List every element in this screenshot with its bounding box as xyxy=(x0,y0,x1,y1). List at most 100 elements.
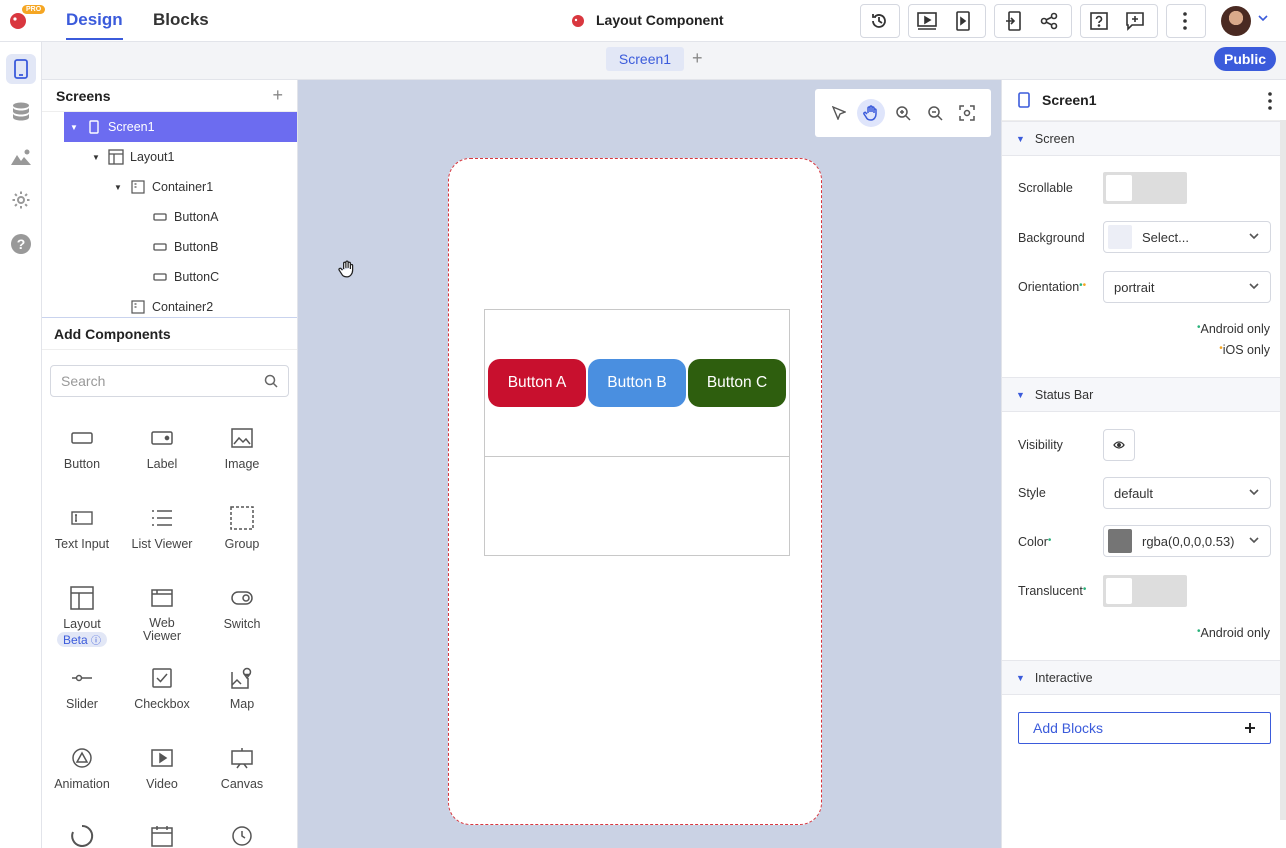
component-time-picker[interactable] xyxy=(202,823,282,848)
component-label: Switch xyxy=(223,617,261,631)
tab-design[interactable]: Design xyxy=(66,10,123,30)
component-checkbox[interactable]: Checkbox xyxy=(122,665,202,711)
component-canvas[interactable]: Canvas xyxy=(202,745,282,791)
scrollable-toggle[interactable] xyxy=(1103,172,1187,204)
preview-screen-icon[interactable] xyxy=(909,5,945,37)
tab-blocks[interactable]: Blocks xyxy=(153,10,209,30)
tab-screen1[interactable]: Screen1 xyxy=(606,47,684,71)
button-b-preview[interactable]: Button B xyxy=(588,359,686,407)
button-c-preview[interactable]: Button C xyxy=(688,359,786,407)
design-canvas[interactable]: Button A Button B Button C xyxy=(298,80,1001,848)
pro-badge: PRO xyxy=(22,5,46,14)
tree-item-screen1[interactable]: ▼ Screen1 xyxy=(64,112,297,142)
select-pointer-icon[interactable] xyxy=(825,99,853,127)
scrollable-label: Scrollable xyxy=(1018,181,1073,195)
feedback-icon[interactable] xyxy=(1117,5,1153,37)
add-screen-icon[interactable]: + xyxy=(272,85,283,106)
hand-pan-icon[interactable] xyxy=(857,99,885,127)
component-switch[interactable]: Switch xyxy=(202,585,282,631)
tree-item-buttonb[interactable]: ButtonB xyxy=(42,232,297,262)
preview-group xyxy=(908,4,986,38)
component-list-viewer[interactable]: List Viewer xyxy=(122,505,202,551)
section-screen[interactable]: ▼ Screen xyxy=(1002,121,1280,156)
tree-label: ButtonB xyxy=(174,240,219,254)
style-select[interactable]: default xyxy=(1103,477,1271,509)
help-circle-icon[interactable]: ? xyxy=(6,229,36,259)
component-spinner[interactable] xyxy=(42,823,122,848)
phone-icon xyxy=(1018,92,1030,108)
share-icon[interactable] xyxy=(1031,5,1067,37)
component-date-picker[interactable] xyxy=(122,823,202,848)
button-a-preview[interactable]: Button A xyxy=(488,359,586,407)
avatar[interactable] xyxy=(1221,6,1251,36)
add-blocks-label: Add Blocks xyxy=(1033,720,1104,736)
public-button[interactable]: Public xyxy=(1214,47,1276,71)
database-icon[interactable] xyxy=(6,97,36,127)
container2-preview[interactable] xyxy=(484,457,790,556)
chevron-down-icon xyxy=(1249,537,1259,544)
design-phone-icon[interactable] xyxy=(6,54,36,84)
component-map[interactable]: Map xyxy=(202,665,282,711)
tree-label: Layout1 xyxy=(130,150,175,164)
tree-item-buttonc[interactable]: ButtonC xyxy=(42,262,297,292)
section-interactive[interactable]: ▼ Interactive xyxy=(1002,660,1280,695)
phone-preview-screen1[interactable]: Button A Button B Button C xyxy=(448,158,822,825)
component-image[interactable]: Image xyxy=(202,425,282,471)
component-label: Layout xyxy=(63,617,101,631)
zoom-out-icon[interactable] xyxy=(921,99,949,127)
properties-header: Screen1 xyxy=(1002,80,1286,121)
color-label: Color• xyxy=(1018,535,1052,549)
collapse-triangle-icon: ▼ xyxy=(1016,133,1025,144)
visibility-toggle[interactable] xyxy=(1103,429,1135,461)
zoom-in-icon[interactable] xyxy=(889,99,917,127)
screens-header: Screens + xyxy=(42,80,297,112)
map-icon xyxy=(202,665,282,691)
section-status-bar[interactable]: ▼ Status Bar xyxy=(1002,377,1280,412)
screen-tree: ▼ Screen1 ▼ Layout1 ▼ Container1 ButtonA… xyxy=(42,112,297,318)
help-icon[interactable] xyxy=(1081,5,1117,37)
assets-icon[interactable] xyxy=(6,142,36,172)
component-label[interactable]: Label xyxy=(122,425,202,471)
component-label: Web Viewer xyxy=(143,616,181,643)
component-slider[interactable]: Slider xyxy=(42,665,122,711)
settings-gear-icon[interactable] xyxy=(6,185,36,215)
add-blocks-button[interactable]: Add Blocks xyxy=(1018,712,1271,744)
component-search-input[interactable]: Search xyxy=(50,365,289,397)
container1-preview[interactable]: Button A Button B Button C xyxy=(484,309,790,457)
add-screen-button[interactable]: + xyxy=(692,48,703,69)
color-select[interactable]: rgba(0,0,0,0.53) xyxy=(1103,525,1271,557)
layout-icon xyxy=(108,149,124,165)
preview-phone-icon[interactable] xyxy=(945,5,981,37)
component-animation[interactable]: Animation xyxy=(42,745,122,791)
tree-item-container1[interactable]: ▼ Container1 xyxy=(42,172,297,202)
hand-cursor-icon xyxy=(338,260,356,281)
component-label: Button xyxy=(63,457,101,471)
translucent-toggle[interactable] xyxy=(1103,575,1187,607)
fit-screen-icon[interactable] xyxy=(953,99,981,127)
more-vertical-icon[interactable] xyxy=(1167,5,1203,37)
component-layout[interactable]: Layout Beta ⓘ xyxy=(42,585,122,647)
properties-scrollbar[interactable] xyxy=(1280,120,1286,820)
chevron-down-icon[interactable] xyxy=(1257,14,1269,22)
tree-item-buttona[interactable]: ButtonA xyxy=(42,202,297,232)
text-input-icon xyxy=(42,505,122,531)
switch-icon xyxy=(202,585,282,611)
orientation-value: portrait xyxy=(1114,279,1155,295)
left-panel: Screens + ▼ Screen1 ▼ Layout1 ▼ Containe… xyxy=(42,80,298,848)
tree-item-layout1[interactable]: ▼ Layout1 xyxy=(42,142,297,172)
component-group[interactable]: Group xyxy=(202,505,282,551)
more-vertical-icon[interactable] xyxy=(1268,92,1272,110)
orientation-select[interactable]: portrait xyxy=(1103,271,1271,303)
history-icon[interactable] xyxy=(861,5,897,37)
component-text-input[interactable]: Text Input xyxy=(42,505,122,551)
component-button[interactable]: Button xyxy=(42,425,122,471)
background-select[interactable]: Select... xyxy=(1103,221,1271,253)
background-value: Select... xyxy=(1142,229,1189,245)
canvas-icon xyxy=(202,745,282,771)
info-icon[interactable]: ⓘ xyxy=(91,636,101,647)
component-web-viewer[interactable]: Web Viewer xyxy=(122,585,202,643)
component-label: Group xyxy=(224,537,260,551)
tree-item-container2[interactable]: Container2 xyxy=(42,292,297,317)
export-icon[interactable] xyxy=(995,5,1031,37)
component-video[interactable]: Video xyxy=(122,745,202,791)
